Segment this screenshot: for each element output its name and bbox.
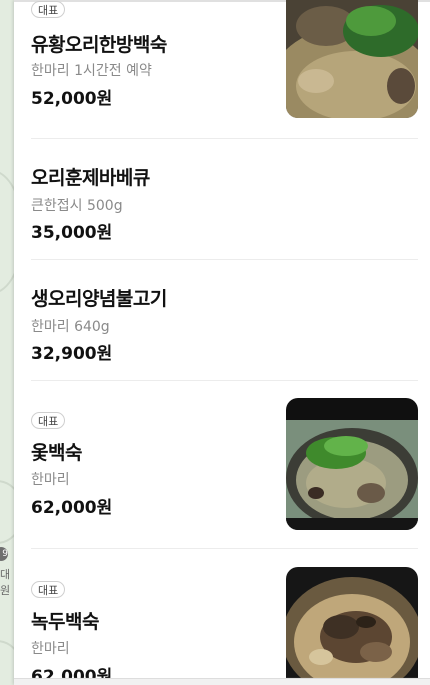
map-pin[interactable]: 9: [0, 547, 8, 561]
signature-badge: 대표: [31, 412, 66, 429]
menu-item-name: 유황오리한방백숙: [31, 34, 167, 56]
menu-item-photo[interactable]: [286, 0, 418, 118]
item-divider: [31, 259, 418, 260]
menu-panel: 대표 유황오리한방백숙 한마리 1시간전 예약 52,000원 오리훈제바베큐 …: [14, 0, 430, 685]
menu-item-photo[interactable]: [286, 567, 418, 685]
item-divider: [31, 138, 418, 139]
menu-item-price: 52,000원: [31, 89, 113, 109]
menu-item-price: 62,000원: [31, 498, 113, 518]
menu-item[interactable]: 오리훈제바베큐 큰한접시 500g 35,000원: [31, 152, 418, 252]
menu-item[interactable]: 대표 옻백숙 한마리 62,000원: [31, 398, 418, 538]
menu-item[interactable]: 대표 유황오리한방백숙 한마리 1시간전 예약 52,000원: [31, 0, 418, 136]
menu-item-price: 32,900원: [31, 344, 113, 364]
item-divider: [31, 548, 418, 549]
menu-item-photo[interactable]: [286, 398, 418, 530]
menu-item-name: 생오리양념불고기: [31, 288, 167, 310]
menu-item-description: 한마리: [31, 641, 70, 657]
item-divider: [31, 380, 418, 381]
menu-item-description: 한마리: [31, 472, 70, 488]
map-road: [0, 170, 14, 294]
map-label: 대원: [0, 568, 11, 597]
menu-item-name: 옻백숙: [31, 442, 82, 464]
bottom-bar: [14, 678, 430, 685]
menu-item-description: 한마리 640g: [31, 319, 110, 335]
menu-item[interactable]: 생오리양념불고기 한마리 640g 32,900원: [31, 273, 418, 373]
map-road: [0, 480, 14, 544]
menu-item-name: 녹두백숙: [31, 611, 99, 633]
menu-item-name: 오리훈제바베큐: [31, 167, 150, 189]
map-road: [0, 640, 14, 685]
menu-item-description: 한마리 1시간전 예약: [31, 63, 152, 79]
menu-item-description: 큰한접시 500g: [31, 198, 123, 214]
menu-item[interactable]: 대표 녹두백숙 한마리 62,000원: [31, 567, 418, 685]
signature-badge: 대표: [31, 581, 66, 598]
menu-item-price: 35,000원: [31, 223, 113, 243]
map-background[interactable]: 9 대원: [0, 0, 14, 685]
signature-badge: 대표: [31, 1, 66, 18]
